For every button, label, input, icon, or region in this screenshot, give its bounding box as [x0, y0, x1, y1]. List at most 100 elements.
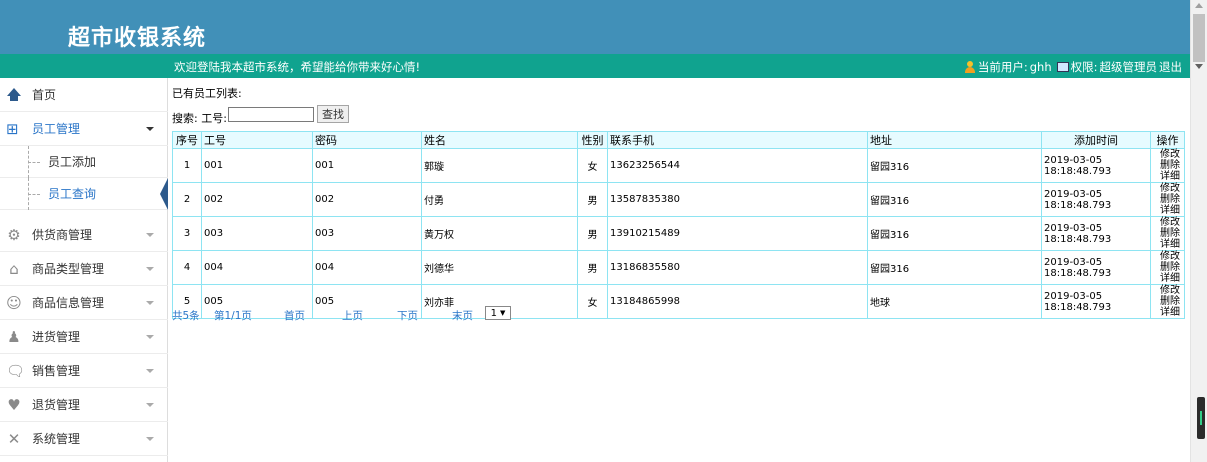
delete-link[interactable]: 删除 [1160, 262, 1180, 273]
chevron-down-icon [146, 369, 154, 373]
name-cell: 郭璇 [421, 148, 578, 183]
sidebar-item-label: 首页 [32, 88, 57, 102]
detail-link[interactable]: 详细 [1160, 171, 1180, 182]
sidebar-subitem-employee-add[interactable]: 员工添加 [0, 146, 168, 178]
edit-link[interactable]: 修改 [1160, 149, 1180, 160]
user-icon [964, 61, 976, 73]
sidebar-item-home[interactable]: 首页 [0, 78, 168, 112]
employee-id-cell: 004 [201, 250, 313, 285]
delete-link[interactable]: 删除 [1160, 194, 1180, 205]
welcome-message: 欢迎登陆我本超市系统，希望能给你带来好心情! [174, 60, 421, 74]
sidebar-item-label: 进货管理 [32, 330, 81, 344]
search-button[interactable]: 查找 [317, 105, 349, 123]
row-actions: 修改 删除 详细 [1150, 284, 1185, 319]
sidebar-item-label: 商品类型管理 [32, 262, 105, 276]
sidebar-item-sales[interactable]: 🗨 销售管理 [0, 354, 168, 388]
column-header: 联系手机 [607, 131, 868, 149]
created-time-cell: 2019-03-05 18:18:48.793 [1041, 216, 1151, 251]
phone-cell: 13186835580 [607, 250, 868, 285]
name-cell: 黄万权 [421, 216, 578, 251]
edit-link[interactable]: 修改 [1160, 217, 1180, 228]
table-row: 1 001 001 郭璇女 13623256544 留园316 2019-03-05 18:… [172, 148, 1185, 183]
column-header: 地址 [867, 131, 1042, 149]
column-header: 姓名 [421, 131, 578, 149]
table-row: 4 004 004 刘德华男 13186835580 留园316 2019-03-05 18… [172, 250, 1185, 285]
delete-link[interactable]: 删除 [1160, 228, 1180, 239]
address-cell: 留园316 [867, 216, 1042, 251]
app-title: 超市收银系统 [68, 25, 207, 51]
sidebar-subitem-label: 员工查询 [48, 187, 97, 201]
gender-cell: 女 [577, 284, 608, 319]
detail-link[interactable]: 详细 [1160, 307, 1180, 318]
tree-branch [28, 194, 40, 195]
detail-link[interactable]: 详细 [1160, 239, 1180, 250]
sidebar-item-product-info[interactable]: ☺ 商品信息管理 [0, 286, 168, 320]
last-page-link[interactable]: 末页 [452, 308, 473, 323]
chevron-down-icon [146, 233, 154, 237]
sidebar-item-supplier[interactable]: ⚙ 供货商管理 [0, 218, 168, 252]
name-cell: 刘德华 [421, 250, 578, 285]
first-page-link[interactable]: 首页 [284, 308, 305, 323]
sidebar-subitem-employee-query[interactable]: 员工查询 [0, 178, 168, 210]
next-page-link[interactable]: 下页 [397, 308, 418, 323]
scroll-down-icon[interactable] [1195, 64, 1203, 69]
phone-cell: 13587835380 [607, 182, 868, 217]
heart-icon: ♥ [7, 395, 21, 414]
gender-cell: 女 [577, 148, 608, 183]
table-row: 2 002 002 付勇男 13587835380 留园316 2019-03-05 18:… [172, 182, 1185, 217]
sidebar-item-label: 退货管理 [32, 398, 81, 412]
employee-id-cell: 002 [201, 182, 313, 217]
sidebar-item-returns[interactable]: ♥ 退货管理 [0, 388, 168, 422]
address-cell: 留园316 [867, 148, 1042, 183]
person-icon: ♟ [7, 327, 21, 346]
edit-link[interactable]: 修改 [1160, 183, 1180, 194]
page-select-value: 1 [490, 307, 497, 319]
detail-link[interactable]: 详细 [1160, 273, 1180, 284]
list-title: 已有员工列表: [172, 87, 242, 100]
employee-id-cell: 003 [201, 216, 313, 251]
prev-page-link[interactable]: 上页 [342, 308, 363, 323]
logout-link[interactable]: 退出 [1159, 59, 1182, 75]
sidebar-item-label: 商品信息管理 [32, 296, 105, 310]
sidebar-item-label: 销售管理 [32, 364, 81, 378]
chevron-down-icon [146, 437, 154, 441]
chevron-down-icon [146, 301, 154, 305]
phone-cell: 13184865998 [607, 284, 868, 319]
window-scrollbar[interactable] [1190, 0, 1207, 462]
sidebar-item-employee[interactable]: ⊞ 员工管理 [0, 112, 168, 146]
current-user-label: 当前用户: [977, 60, 1028, 74]
gender-cell: 男 [577, 216, 608, 251]
detail-link[interactable]: 详细 [1160, 205, 1180, 216]
grid-icon: ⊞ [6, 119, 19, 138]
table-row: 5 005 005 刘亦菲女 13184865998 地球 2019-03-05 18:18… [172, 284, 1185, 319]
sidebar-item-system[interactable]: ✕ 系统管理 [0, 422, 168, 456]
delete-link[interactable]: 删除 [1160, 296, 1180, 307]
scroll-up-icon[interactable] [1195, 3, 1203, 8]
table-header-row: 序号 工号 密码 姓名 性别 联系手机 地址 添加时间 操作 [172, 131, 1185, 149]
total-count: 共5条 [172, 310, 200, 322]
permission-icon [1056, 62, 1069, 72]
search-input[interactable] [228, 107, 314, 122]
page-select[interactable]: 1 ▼ [485, 306, 511, 320]
delete-link[interactable]: 删除 [1160, 160, 1180, 171]
address-cell: 留园316 [867, 182, 1042, 217]
sidebar-item-label: 系统管理 [32, 432, 81, 446]
row-actions: 修改 删除 详细 [1150, 182, 1185, 217]
edit-link[interactable]: 修改 [1160, 251, 1180, 262]
supplier-icon: ⚙ [7, 225, 21, 244]
chevron-down-icon [146, 267, 154, 271]
table-body: 1 001 001 郭璇女 13623256544 留园316 2019-03-05 18:… [172, 148, 1185, 319]
floating-side-widget[interactable] [1197, 397, 1205, 439]
sidebar-item-product-type[interactable]: ⌂ 商品类型管理 [0, 252, 168, 286]
password-cell: 002 [312, 182, 422, 217]
gender-cell: 男 [577, 250, 608, 285]
edit-link[interactable]: 修改 [1160, 285, 1180, 296]
scroll-thumb[interactable] [1193, 14, 1205, 62]
table-row: 3 003 003 黄万权男 13910215489 留园316 2019-03-05 18… [172, 216, 1185, 251]
sidebar-item-purchase[interactable]: ♟ 进货管理 [0, 320, 168, 354]
page-info: 第1/1页 [214, 310, 252, 322]
row-index-cell: 1 [172, 148, 202, 183]
password-cell: 004 [312, 250, 422, 285]
column-header: 操作 [1150, 131, 1185, 149]
phone-cell: 13623256544 [607, 148, 868, 183]
